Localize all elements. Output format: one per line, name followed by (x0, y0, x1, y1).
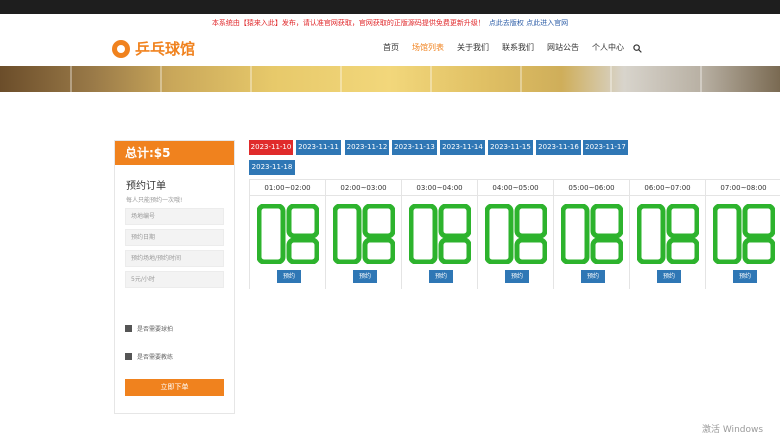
book-button[interactable]: 预约 (733, 270, 757, 283)
court-number-field[interactable]: 场地编号 (125, 208, 224, 225)
date-tab[interactable]: 2023-11-15 (488, 140, 533, 155)
book-button[interactable]: 预约 (505, 270, 529, 283)
book-button[interactable]: 预约 (657, 270, 681, 283)
order-total: 总计:$5 (115, 141, 234, 165)
notice-text: 本系统由【猿来入此】发布，请认准官网获取，官网获取的正版源码提供免费更新升级！ (211, 19, 485, 27)
date-tab[interactable]: 2023-11-11 (296, 140, 341, 155)
time-slot-grid: 01:00~02:00 预约 02:00~03:00 预约 03:00~04:0… (249, 179, 780, 289)
nav-item-about[interactable]: 关于我们 (457, 42, 489, 53)
book-button[interactable]: 预约 (429, 270, 453, 283)
date-tab[interactable]: 2023-11-14 (440, 140, 485, 155)
nav-item-venues[interactable]: 场馆列表 (412, 42, 444, 53)
header: 乒乓球馆 首页 场馆列表 关于我们 联系我们 网站公告 个人中心 (0, 32, 780, 66)
slot-time: 07:00~08:00 (706, 180, 780, 196)
date-tab[interactable]: 2023-11-13 (392, 140, 437, 155)
time-slot: 04:00~05:00 预约 (477, 179, 553, 289)
court-table-icon (257, 204, 319, 264)
nav-item-notice[interactable]: 网站公告 (547, 42, 579, 53)
windows-activation-watermark: 激活 Windows (702, 425, 764, 435)
court-table-icon (713, 204, 775, 264)
submit-order-button[interactable]: 立即下单 (125, 379, 224, 396)
date-tab[interactable]: 2023-11-17 (583, 140, 628, 155)
slot-time: 02:00~03:00 (326, 180, 401, 196)
court-table-icon (333, 204, 395, 264)
date-tab[interactable]: 2023-11-10 (249, 140, 293, 155)
coach-checkbox-label: 是否需要教练 (137, 354, 174, 361)
browser-top-bar (0, 0, 780, 14)
notice-bar: 本系统由【猿来入此】发布，请认准官网获取，官网获取的正版源码提供免费更新升级！ 点… (0, 16, 780, 30)
time-slot: 01:00~02:00 预约 (249, 179, 325, 289)
checkbox-icon[interactable] (125, 353, 132, 360)
nav-item-profile[interactable]: 个人中心 (592, 42, 624, 53)
slot-time: 04:00~05:00 (478, 180, 553, 196)
time-slot: 05:00~06:00 预约 (553, 179, 629, 289)
time-slot: 02:00~03:00 预约 (325, 179, 401, 289)
order-subtitle: 每人只能预约一次哦! (126, 197, 183, 204)
logo[interactable]: 乒乓球馆 (112, 38, 195, 59)
time-slot: 06:00~07:00 预约 (629, 179, 705, 289)
order-title: 预约订单 (126, 181, 166, 192)
court-table-icon (637, 204, 699, 264)
slot-time: 03:00~04:00 (402, 180, 477, 196)
book-button[interactable]: 预约 (353, 270, 377, 283)
hero-banner-image (0, 66, 780, 92)
date-tab[interactable]: 2023-11-12 (345, 140, 389, 155)
book-button[interactable]: 预约 (581, 270, 605, 283)
booking-slot-field[interactable]: 预约场地/预约时间 (125, 250, 224, 267)
main-menu: 首页 场馆列表 关于我们 联系我们 网站公告 个人中心 (383, 42, 624, 53)
slot-time: 05:00~06:00 (554, 180, 629, 196)
slot-time: 01:00~02:00 (250, 180, 325, 196)
court-table-icon (485, 204, 547, 264)
racket-checkbox[interactable]: 是否需要球拍 (125, 324, 173, 333)
slot-time: 06:00~07:00 (630, 180, 705, 196)
order-panel: 总计:$5 预约订单 每人只能预约一次哦! 场地编号 预约日期 预约场地/预约时… (114, 140, 235, 414)
brand-name: 乒乓球馆 (135, 40, 196, 58)
time-slot: 07:00~08:00 预约 (705, 179, 780, 289)
ping-pong-ball-icon (112, 39, 130, 58)
racket-checkbox-label: 是否需要球拍 (137, 326, 174, 333)
notice-link[interactable]: 点此去版权 点此进入官网 (489, 19, 568, 27)
court-table-icon (561, 204, 623, 264)
search-icon[interactable] (633, 44, 642, 53)
price-field[interactable]: 5元/小时 (125, 271, 224, 288)
coach-checkbox[interactable]: 是否需要教练 (125, 352, 173, 361)
nav-item-home[interactable]: 首页 (383, 42, 399, 53)
book-button[interactable]: 预约 (277, 270, 301, 283)
court-table-icon (409, 204, 471, 264)
booking-date-field[interactable]: 预约日期 (125, 229, 224, 246)
checkbox-icon[interactable] (125, 325, 132, 332)
date-tab[interactable]: 2023-11-16 (536, 140, 581, 155)
date-tab[interactable]: 2023-11-18 (249, 160, 295, 175)
time-slot: 03:00~04:00 预约 (401, 179, 477, 289)
nav-item-contact[interactable]: 联系我们 (502, 42, 534, 53)
